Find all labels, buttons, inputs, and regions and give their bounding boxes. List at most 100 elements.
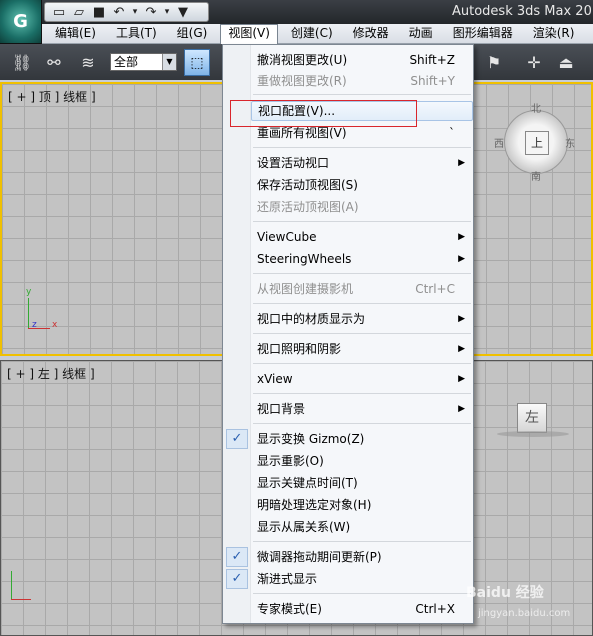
compass-north: 北 (531, 104, 541, 115)
item-label: ViewCube (257, 230, 317, 244)
menu-expert-mode[interactable]: 专家模式(E) Ctrl+X (251, 599, 473, 619)
select-object-button[interactable]: ⬚ (184, 49, 210, 76)
item-label: 专家模式(E) (257, 602, 322, 616)
item-label: 设置活动视口 (257, 156, 330, 170)
item-label: xView (257, 372, 293, 386)
menu-restore-active-view: 还原活动顶视图(A) (251, 197, 473, 217)
select-cursor-icon: ⬚ (190, 54, 204, 71)
compass-south: 南 (531, 172, 541, 183)
link-icon[interactable]: ⛓ (10, 51, 34, 73)
align-icon[interactable]: ⏏ (554, 51, 578, 73)
new-file-icon[interactable]: ▭ (49, 4, 69, 20)
menu-separator (253, 221, 471, 222)
views-menu-dropdown: 撤消视图更改(U) Shift+Z 重做视图更改(R) Shift+Y 视口配置… (222, 44, 474, 624)
item-label: 显示变换 Gizmo(Z) (257, 432, 365, 446)
menu-separator (253, 303, 471, 304)
undo-dropdown-icon[interactable]: ▾ (129, 4, 141, 20)
menu-show-transform-gizmo[interactable]: 显示变换 Gizmo(Z) (251, 429, 473, 449)
item-label: 视口中的材质显示为 (257, 312, 366, 326)
menu-shade-selected[interactable]: 明暗处理选定对象(H) (251, 495, 473, 515)
unlink-icon[interactable]: ⚯ (42, 51, 66, 73)
item-shortcut: Ctrl+C (415, 282, 455, 296)
item-label: 从视图创建摄影机 (257, 282, 354, 296)
menu-viewcube[interactable]: ViewCube ▶ (251, 227, 473, 247)
item-label: 明暗处理选定对象(H) (257, 498, 372, 512)
viewport-top-label[interactable]: [ + ] 顶 ] 线框 ] (8, 88, 96, 105)
viewport-left-label[interactable]: [ + ] 左 ] 线框 ] (7, 365, 95, 382)
item-label: SteeringWheels (257, 252, 352, 266)
item-label: 微调器拖动期间更新(P) (257, 550, 382, 564)
chevron-down-icon: ▼ (162, 54, 176, 70)
item-shortcut: Shift+Y (410, 74, 455, 88)
menu-separator (253, 147, 471, 148)
menu-lighting-and-shadows[interactable]: 视口照明和阴影 ▶ (251, 339, 473, 359)
menu-edit[interactable]: 编辑(E) (48, 24, 103, 44)
item-label: 还原活动顶视图(A) (257, 200, 359, 214)
app-logo-icon: G (13, 11, 28, 32)
viewcube-left-base (497, 431, 569, 437)
menu-show-dependencies[interactable]: 显示从属关系(W) (251, 517, 473, 537)
menu-rendering[interactable]: 渲染(R) (526, 24, 582, 44)
menu-redo-view-change: 重做视图更改(R) Shift+Y (251, 71, 473, 91)
menu-set-active-viewport[interactable]: 设置活动视口 ▶ (251, 153, 473, 173)
menu-modifiers[interactable]: 修改器 (346, 24, 396, 44)
z-axis-label: z (32, 320, 37, 330)
menu-views[interactable]: 视图(V) (220, 23, 278, 44)
menu-create-camera-from-view: 从视图创建摄影机 Ctrl+C (251, 279, 473, 299)
move-transform-icon[interactable]: ✛ (522, 51, 546, 73)
save-icon[interactable]: ■ (89, 4, 109, 20)
customize-icon[interactable]: ▼ (173, 4, 193, 20)
menu-separator (253, 423, 471, 424)
selection-filter-value: 全部 (114, 55, 139, 69)
menu-progressive-display[interactable]: 渐进式显示 (251, 569, 473, 589)
menu-animation[interactable]: 动画 (402, 24, 440, 44)
item-label: 撤消视图更改(U) (257, 53, 348, 67)
menu-create[interactable]: 创建(C) (284, 24, 340, 44)
viewcube-top[interactable]: 上 (504, 110, 568, 174)
submenu-arrow-icon: ▶ (458, 374, 465, 384)
app-title: Autodesk 3ds Max 2012 (452, 4, 593, 19)
checkmark-icon: ✓ (226, 569, 248, 589)
compass-west: 西 (494, 139, 504, 150)
x-axis-line (11, 599, 31, 600)
menu-steeringwheels[interactable]: SteeringWheels ▶ (251, 249, 473, 269)
y-axis-line (11, 571, 12, 599)
menu-undo-view-change[interactable]: 撤消视图更改(U) Shift+Z (251, 50, 473, 70)
highlight-annotation-box (230, 100, 417, 127)
submenu-arrow-icon: ▶ (458, 404, 465, 414)
item-label: 显示从属关系(W) (257, 520, 351, 534)
redo-dropdown-icon[interactable]: ▾ (161, 4, 173, 20)
item-label: 显示重影(O) (257, 454, 324, 468)
bind-space-warp-icon[interactable]: ≋ (76, 51, 100, 73)
x-axis-label: x (52, 320, 58, 330)
menu-show-ghosting[interactable]: 显示重影(O) (251, 451, 473, 471)
app-menu-button[interactable]: G (0, 0, 42, 44)
menu-tools[interactable]: 工具(T) (109, 24, 164, 44)
y-axis-label: y (26, 287, 32, 297)
menu-separator (253, 541, 471, 542)
menu-update-during-spinner-drag[interactable]: 微调器拖动期间更新(P) (251, 547, 473, 567)
menu-graph-editors[interactable]: 图形编辑器 (446, 24, 520, 44)
menu-separator (253, 393, 471, 394)
submenu-arrow-icon: ▶ (458, 314, 465, 324)
submenu-arrow-icon: ▶ (458, 232, 465, 242)
viewcube-left[interactable]: 左 (517, 403, 547, 433)
menu-save-active-view[interactable]: 保存活动顶视图(S) (251, 175, 473, 195)
menu-material-display[interactable]: 视口中的材质显示为 ▶ (251, 309, 473, 329)
menu-viewport-background[interactable]: 视口背景 ▶ (251, 399, 473, 419)
viewcube-face-top[interactable]: 上 (525, 131, 549, 155)
checkmark-icon: ✓ (226, 429, 248, 449)
menu-group[interactable]: 组(G) (170, 24, 215, 44)
menu-separator (253, 363, 471, 364)
open-file-icon[interactable]: ▱ (69, 4, 89, 20)
menu-separator (253, 593, 471, 594)
named-selection-icon[interactable]: ⚑ (482, 51, 506, 73)
item-shortcut: Ctrl+X (415, 602, 455, 616)
menu-show-key-times[interactable]: 显示关键点时间(T) (251, 473, 473, 493)
redo-icon[interactable]: ↷ (141, 4, 161, 20)
undo-icon[interactable]: ↶ (109, 4, 129, 20)
submenu-arrow-icon: ▶ (458, 254, 465, 264)
menu-xview[interactable]: xView ▶ (251, 369, 473, 389)
selection-filter-dropdown[interactable]: 全部 ▼ (110, 53, 177, 71)
menu-bar: 编辑(E) 工具(T) 组(G) 视图(V) 创建(C) 修改器 动画 图形编辑… (42, 23, 593, 44)
